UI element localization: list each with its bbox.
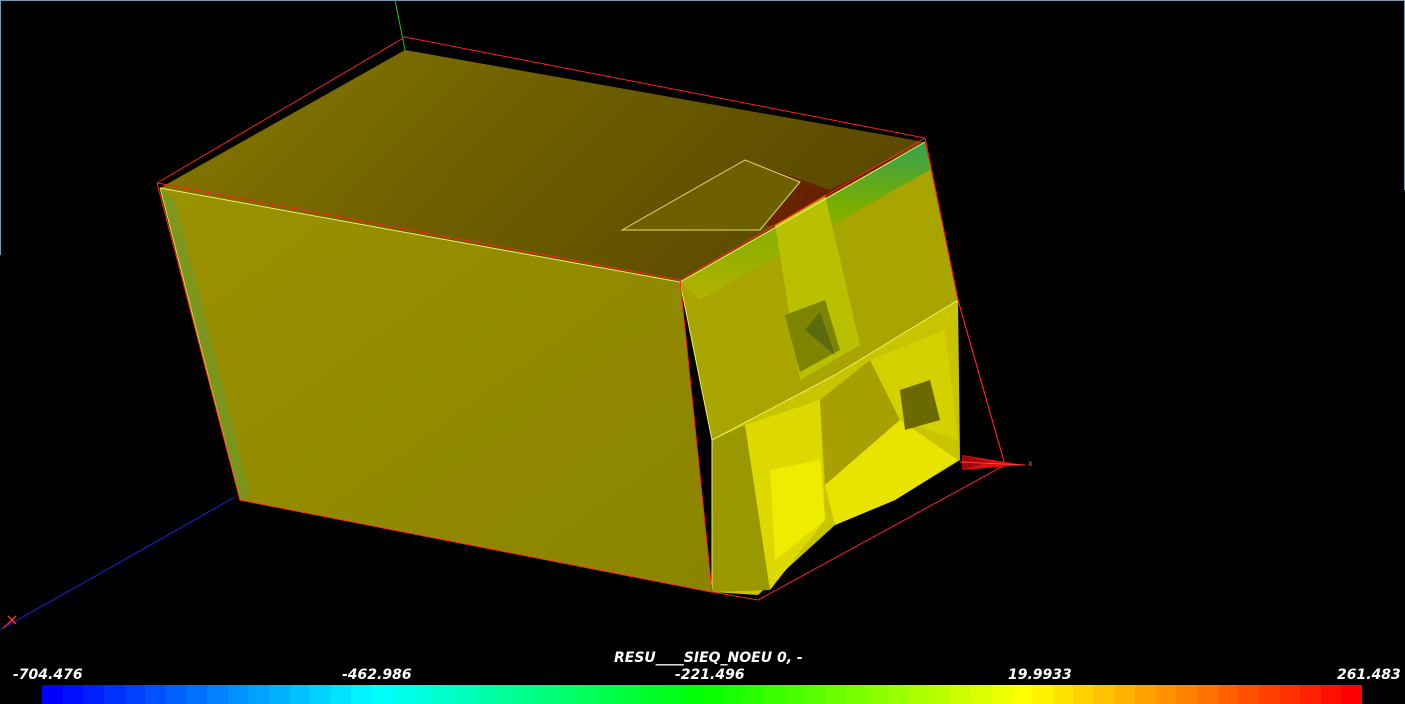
colormap-cell [1279,685,1301,704]
colormap-cell [1052,685,1074,704]
colormap-cell [1341,685,1362,704]
colormap-cell [1155,685,1177,704]
colormap-cell [743,685,764,704]
colormap-cell [1238,685,1259,704]
colormap-cell [702,685,723,704]
colormap-cell [83,685,104,704]
colormap-cell [475,685,496,704]
colormap-cell [928,685,950,704]
colormap-cell [186,685,207,704]
colormap-cell [495,685,517,704]
colormap-cell [867,685,888,704]
scalar-bar-colormap [42,685,1362,704]
colormap-cell [537,685,558,704]
colormap-cell [392,685,414,704]
colormap-cell [1258,685,1280,704]
scalar-bar-label-max: 261.483 [1337,667,1401,683]
colormap-cell [165,685,187,704]
colormap-cell [598,685,620,704]
colormap-cell [268,685,290,704]
colormap-cell [660,685,682,704]
colormap-cell [124,685,146,704]
3d-viewport[interactable]: x RESU____SIEQ_NOEU 0, - -704.476 -462.9… [0,0,1405,704]
colormap-cell [227,685,249,704]
colormap-cell [330,685,352,704]
colormap-cell [825,685,847,704]
colormap-cell [640,685,661,704]
colormap-cell [1032,685,1053,704]
colormap-cell [990,685,1012,704]
x-axis-label: x [1028,459,1033,468]
colormap-cell [310,685,331,704]
colormap-cell [1114,685,1136,704]
colormap-cell [1135,685,1156,704]
colormap-cell [207,685,228,704]
scalar-bar-label-min: -704.476 [13,667,83,683]
colormap-cell [145,685,166,704]
colormap-cell [454,685,476,704]
colormap-cell [516,685,537,704]
colormap-cell [433,685,455,704]
colormap-cell [372,685,393,704]
colormap-cell [1011,685,1032,704]
colormap-cell [887,685,909,704]
colormap-cell [805,685,826,704]
colormap-cell [351,685,372,704]
scene-canvas[interactable]: x [0,0,1405,704]
colormap-cell [289,685,311,704]
scalar-bar-label-2: -462.986 [342,667,412,683]
colormap-cell [1093,685,1115,704]
colormap-cell [970,685,991,704]
colormap-cell [784,685,806,704]
scalar-bar-label-4: 19.9933 [1008,667,1072,683]
colormap-cell [1176,685,1197,704]
colormap-cell [42,685,63,704]
colormap-cell [1320,685,1342,704]
colormap-cell [578,685,599,704]
colormap-cell [103,685,125,704]
colormap-cell [557,685,579,704]
colormap-cell [908,685,929,704]
axis-origin-marker [2,615,17,629]
colormap-cell [846,685,867,704]
colormap-cell [413,685,434,704]
colormap-cell [1300,685,1321,704]
scalar-bar-title: RESU____SIEQ_NOEU 0, - [614,650,803,666]
colormap-cell [681,685,702,704]
colormap-cell [1217,685,1239,704]
colormap-cell [722,685,744,704]
x-axis-arrow [959,455,1026,470]
colormap-cell [1197,685,1218,704]
colormap-cell [1073,685,1094,704]
scalar-bar-label-3: -221.496 [675,667,745,683]
colormap-cell [248,685,269,704]
colormap-cell [949,685,971,704]
colormap-cell [619,685,641,704]
colormap-cell [763,685,785,704]
z-axis-line [0,496,236,631]
colormap-cell [62,685,84,704]
